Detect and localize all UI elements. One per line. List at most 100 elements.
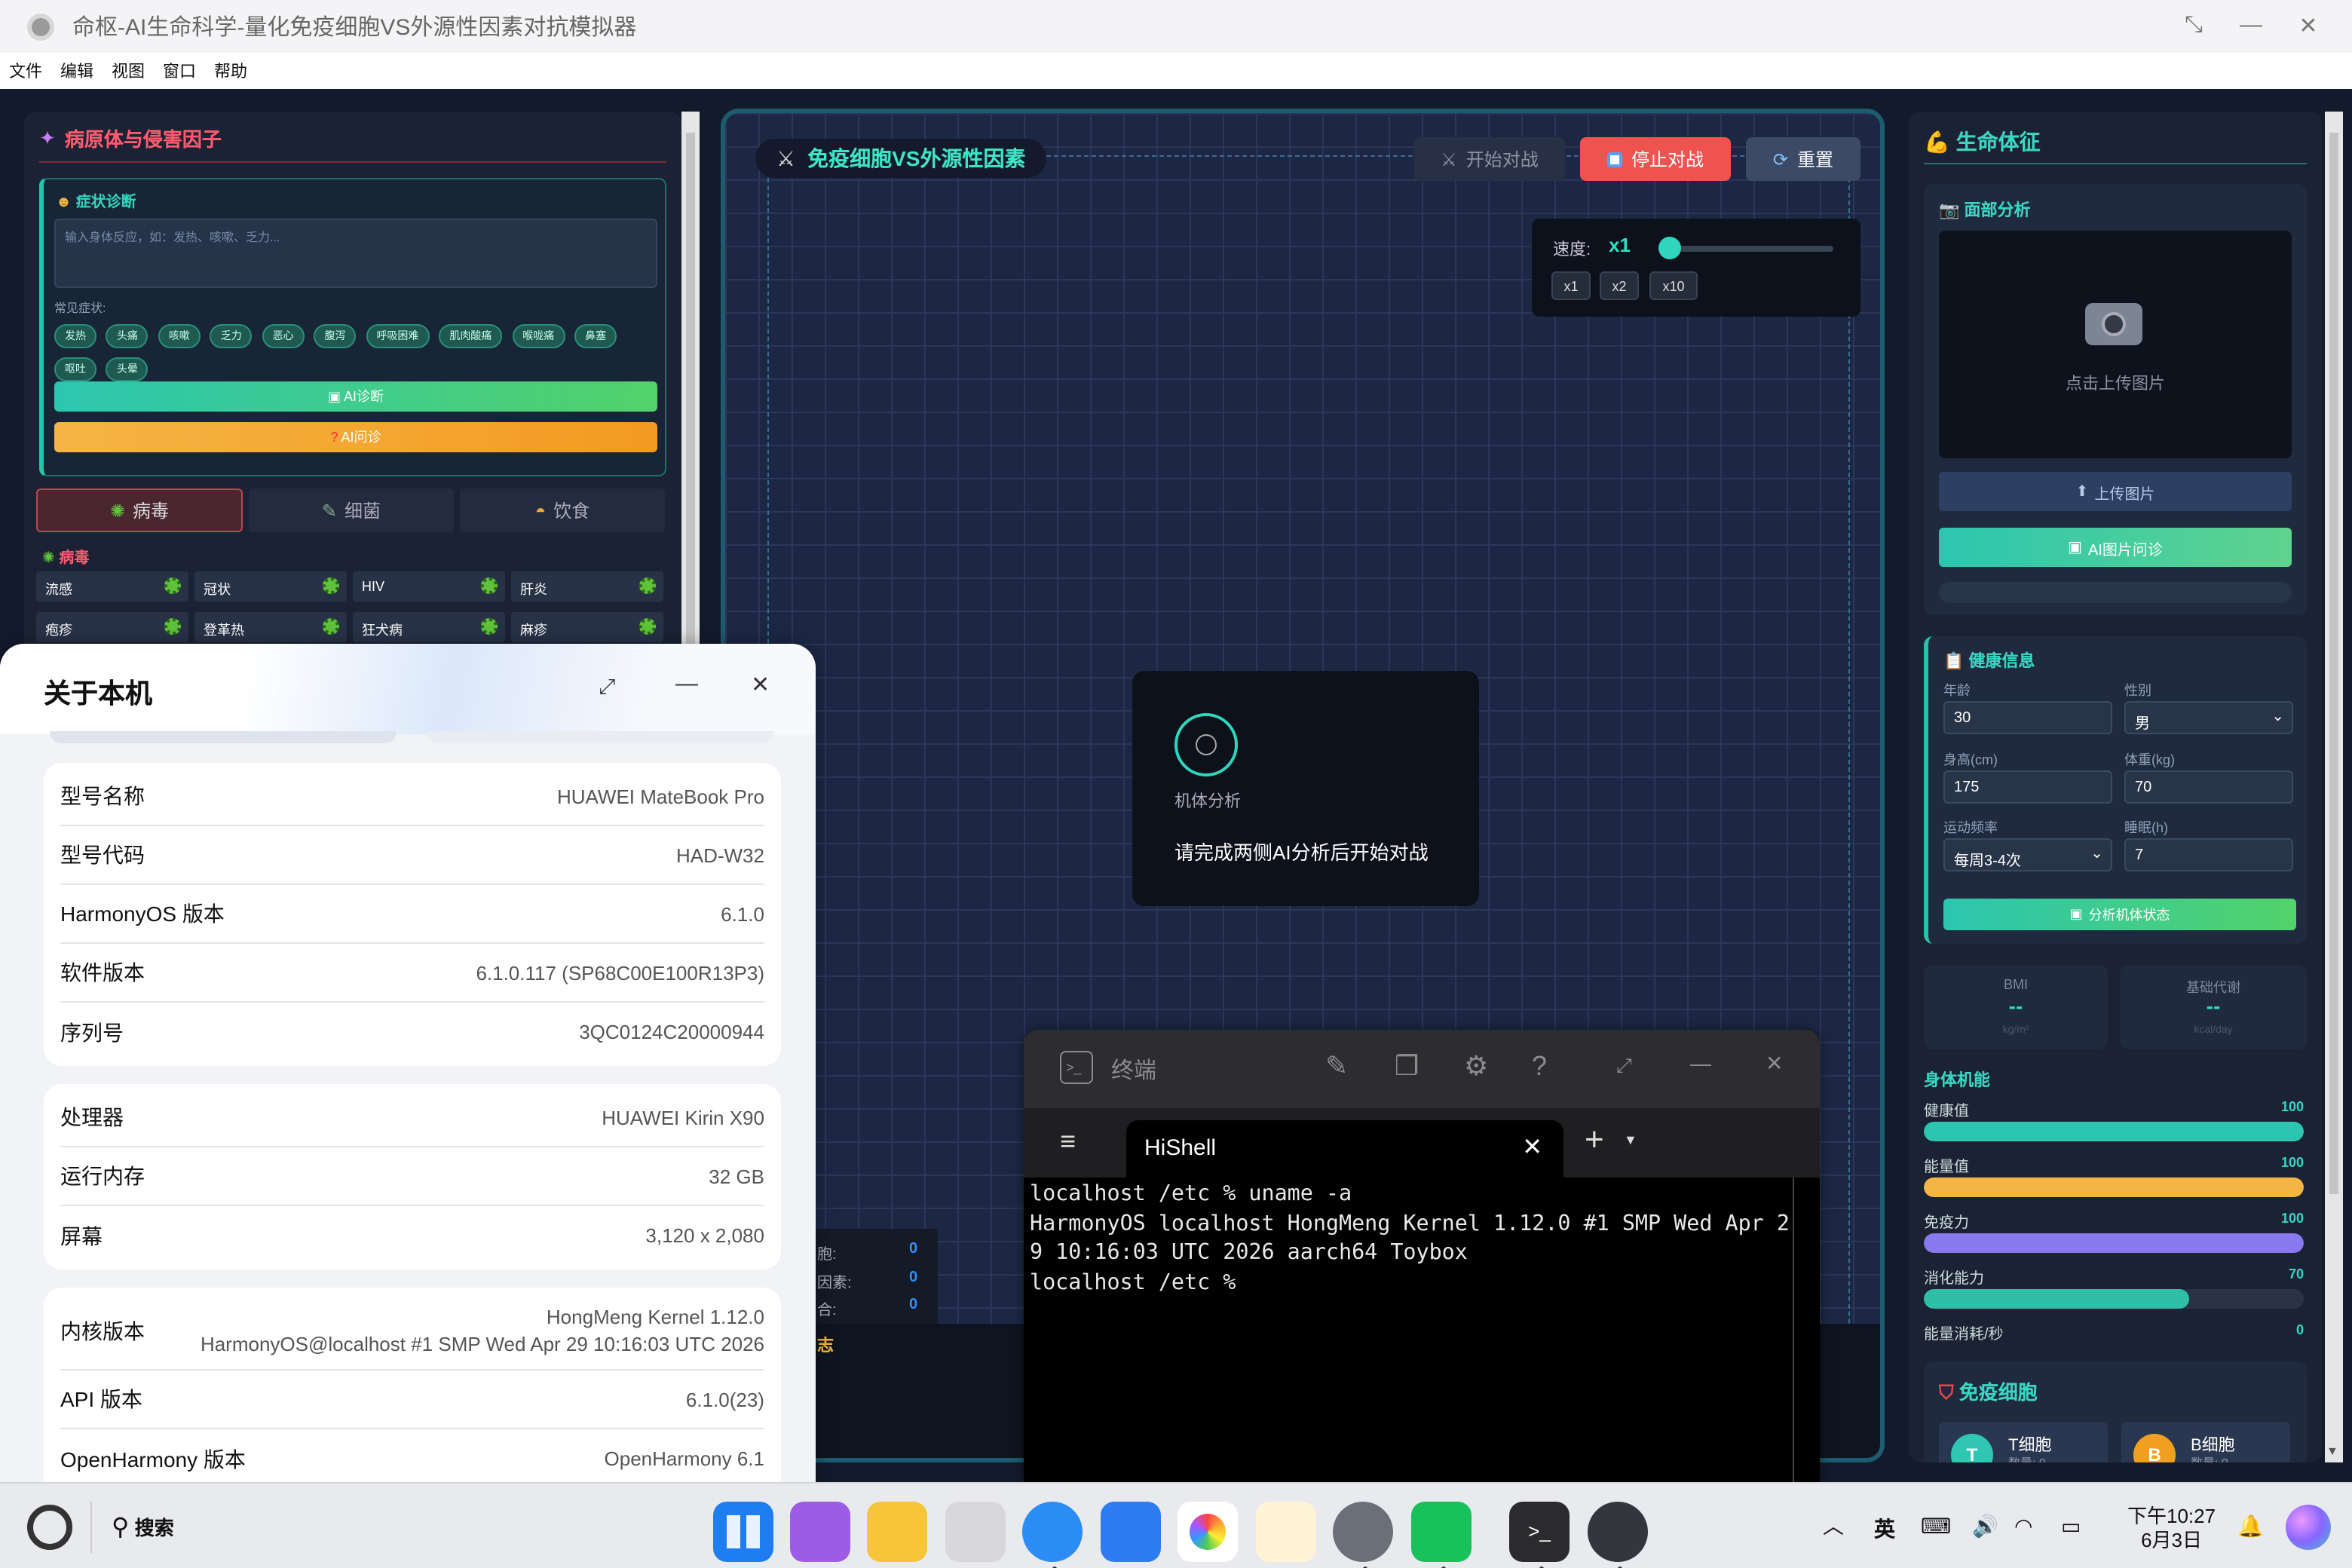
height-input[interactable]: 175 [1943, 770, 2112, 804]
sleep-input[interactable]: 7 [2124, 838, 2293, 871]
virus-item[interactable]: 疱疹 [36, 612, 188, 642]
volume-icon[interactable]: 🔊 [1972, 1514, 1998, 1539]
image-upload-area[interactable]: 点击上传图片 [1939, 231, 2292, 458]
symptom-chip[interactable]: 发热 [54, 324, 96, 348]
terminal-app-icon[interactable]: >_ [1509, 1502, 1570, 1562]
age-input[interactable]: 30 [1943, 701, 2112, 734]
reset-button[interactable]: ⟳ 重置 [1746, 137, 1860, 181]
symptom-chip[interactable]: 恶心 [262, 324, 305, 348]
right-scrollbar-thumb[interactable] [2329, 133, 2338, 1194]
close-button[interactable]: ✕ [751, 671, 770, 698]
minimize-button[interactable]: — [2222, 12, 2280, 39]
symptom-chip[interactable]: 呕吐 [54, 357, 96, 381]
b-cell-card[interactable]: B B细胞 数量: 0 [2121, 1422, 2290, 1462]
minimize-button[interactable]: — [675, 671, 698, 697]
clock[interactable]: 下午10:27 6月3日 [2127, 1505, 2216, 1553]
close-button[interactable]: ✕ [2280, 12, 2337, 39]
notification-icon[interactable]: 🔔 [2237, 1514, 2264, 1539]
tab-virus[interactable]: ✺ 病毒 [36, 488, 243, 532]
virus-item[interactable]: 登革热 [194, 612, 347, 642]
symptom-chip[interactable]: 肌肉酸痛 [439, 324, 503, 348]
symptom-chip[interactable]: 呼吸困难 [366, 324, 430, 348]
edit-icon[interactable]: ✎ [1325, 1051, 1348, 1083]
photos-icon[interactable] [1178, 1502, 1238, 1562]
symptom-chip[interactable]: 乏力 [210, 324, 253, 348]
ai-consult-button[interactable]: ? AI问诊 [54, 422, 657, 452]
terminal-output[interactable]: localhost /etc % uname -a HarmonyOS local… [1024, 1178, 1820, 1482]
stop-battle-button[interactable]: 停止对战 [1580, 137, 1731, 181]
symptom-chip[interactable]: 鼻塞 [574, 324, 617, 348]
terminal-scrollbar[interactable] [1793, 1178, 1794, 1482]
devtools-icon[interactable] [1588, 1502, 1648, 1562]
fullscreen-icon[interactable]: ⤢ [599, 674, 615, 700]
analyze-body-button[interactable]: ▣ 分析机体状态 [1943, 899, 2296, 930]
speed-x10-button[interactable]: x10 [1649, 271, 1698, 300]
gear-icon[interactable]: ⚙ [1464, 1051, 1488, 1083]
menu-file[interactable]: 文件 [9, 59, 42, 83]
weight-input[interactable]: 70 [2124, 770, 2293, 804]
virus-item[interactable]: 流感 [36, 571, 188, 602]
help-icon[interactable]: ? [1532, 1051, 1547, 1083]
ai-image-consult-button[interactable]: ▣ AI图片问诊 [1939, 528, 2292, 567]
ai-diagnose-button[interactable]: ▣ AI诊断 [54, 381, 657, 412]
t-cell-card[interactable]: T T细胞 数量: 0 [1939, 1422, 2108, 1462]
menu-edit[interactable]: 编辑 [60, 59, 93, 83]
windows-icon[interactable]: ❐ [1395, 1051, 1419, 1083]
speed-x1-button[interactable]: x1 [1551, 271, 1591, 300]
notes-icon[interactable] [1256, 1502, 1316, 1562]
app-grid-icon[interactable] [713, 1502, 773, 1562]
tab-bacteria[interactable]: ✎ 细菌 [249, 488, 454, 532]
left-scrollbar[interactable] [681, 112, 700, 648]
wifi-icon[interactable]: ◠ [2014, 1514, 2032, 1539]
mail-icon[interactable] [1101, 1502, 1161, 1562]
menu-help[interactable]: 帮助 [214, 59, 247, 83]
virus-item[interactable]: 麻疹 [511, 612, 663, 642]
right-scrollbar[interactable]: ▼ [2325, 112, 2343, 1462]
fullscreen-icon[interactable]: ⤢ [1616, 1054, 1632, 1078]
symptom-chip[interactable]: 咳嗽 [158, 324, 201, 348]
start-battle-button[interactable]: ⚔ 开始对战 [1414, 137, 1565, 181]
assistant-icon[interactable] [2286, 1505, 2331, 1550]
gender-select[interactable]: 男 ⌄ [2124, 701, 2293, 734]
virus-item[interactable]: 冠状 [194, 571, 347, 602]
tab-diet[interactable]: ◓ 饮食 [460, 488, 665, 532]
multitask-icon[interactable] [790, 1502, 850, 1562]
symptom-input[interactable]: 输入身体反应，如：发热、咳嗽、乏力... [54, 219, 657, 288]
minimize-button[interactable]: — [1690, 1051, 1711, 1075]
menu-view[interactable]: 视图 [112, 59, 145, 83]
menu-icon[interactable]: ≡ [1060, 1126, 1076, 1158]
files-icon[interactable] [867, 1502, 927, 1562]
wechat-icon[interactable] [1411, 1502, 1472, 1562]
tab-hishell[interactable]: HiShell ✕ [1126, 1120, 1563, 1178]
browser-icon[interactable] [1022, 1502, 1083, 1562]
speed-slider-handle[interactable] [1658, 237, 1681, 259]
settings-icon[interactable] [1333, 1502, 1393, 1562]
virus-item[interactable]: 肝炎 [511, 571, 663, 602]
chevron-up-icon[interactable]: ︿ [1823, 1511, 1844, 1541]
keyboard-icon[interactable]: ⌨ [1921, 1514, 1951, 1539]
ime-indicator[interactable]: 英 [1874, 1514, 1895, 1544]
scroll-down-arrow-icon[interactable]: ▼ [2326, 1444, 2338, 1458]
symptom-chip[interactable]: 腹泻 [314, 324, 357, 348]
symptom-chip[interactable]: 头晕 [106, 357, 149, 381]
trash-icon[interactable] [945, 1502, 1006, 1562]
symptom-chip[interactable]: 喉咙痛 [512, 324, 565, 348]
battery-icon[interactable]: ▭ [2061, 1514, 2081, 1539]
menu-window[interactable]: 窗口 [163, 59, 196, 83]
speed-slider[interactable] [1668, 246, 1833, 252]
new-tab-icon[interactable]: + [1585, 1120, 1604, 1159]
start-button[interactable] [27, 1505, 72, 1550]
close-tab-icon[interactable]: ✕ [1522, 1132, 1542, 1162]
virus-item[interactable]: 狂犬病 [353, 612, 505, 642]
restore-button[interactable]: ⤡ [2165, 12, 2222, 39]
speed-x2-button[interactable]: x2 [1600, 271, 1639, 300]
close-button[interactable]: ✕ [1766, 1051, 1783, 1076]
exercise-select[interactable]: 每周3-4次 ⌄ [1943, 838, 2112, 871]
symptom-chip[interactable]: 头痛 [106, 324, 149, 348]
virus-item[interactable]: HIV [353, 571, 505, 602]
left-scrollbar-thumb[interactable] [686, 133, 695, 645]
chevron-down-icon[interactable]: ▼ [1624, 1132, 1637, 1147]
search-button[interactable]: ⚲ 搜索 [112, 1512, 174, 1542]
upload-image-button[interactable]: ⬆ 上传图片 [1939, 472, 2292, 511]
digestion-bar [1924, 1289, 2304, 1309]
